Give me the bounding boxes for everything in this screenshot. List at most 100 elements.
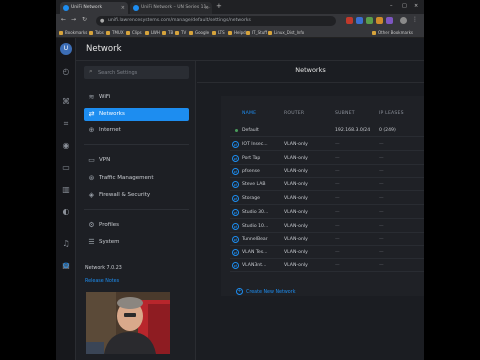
profile-avatar[interactable] [400, 17, 407, 24]
system-icon: ☰ [88, 238, 95, 246]
network-name: Studio 10... [242, 224, 269, 229]
network-name: Port Tap [242, 156, 261, 161]
extension-icon[interactable] [376, 17, 383, 24]
network-leases: — [379, 182, 384, 187]
close-tab-icon[interactable]: × [121, 2, 125, 14]
browser-tab[interactable]: UniFi Network – UN Series 11... × [130, 2, 212, 14]
header-divider [197, 82, 424, 83]
bookmark-item[interactable]: TB [162, 29, 173, 37]
sidebar-item-internet[interactable]: ⊕ Internet [84, 124, 189, 137]
network-router: VLAN-only [284, 237, 308, 242]
create-network-button[interactable]: + Create New Network [236, 288, 295, 295]
back-icon[interactable]: ← [61, 16, 66, 23]
topology-icon[interactable]: ⌘ [61, 97, 71, 107]
minimize-icon[interactable]: – [390, 3, 393, 9]
lock-icon: ● [100, 18, 105, 24]
other-bookmarks[interactable]: Other Bookmarks [372, 29, 413, 37]
release-notes-link[interactable]: Release Notes [85, 279, 119, 284]
sidebar-item-label: Networks [99, 111, 125, 117]
table-row[interactable]: ⇄ Studio 30... VLAN-only — — [230, 206, 424, 219]
sidebar-item-system[interactable]: ☰ System [84, 236, 189, 249]
bookmark-item[interactable]: Helpd [228, 29, 246, 37]
dashboard-icon[interactable]: ◴ [61, 67, 71, 77]
close-tab-icon[interactable]: × [205, 2, 209, 14]
column-header-router[interactable]: ROUTER [284, 111, 304, 116]
maximize-icon[interactable]: □ [402, 3, 407, 9]
bookmark-item[interactable]: LTS [212, 29, 225, 37]
bookmark-item[interactable]: LWH [145, 29, 160, 37]
address-bar[interactable]: ● unifi.lawrencesystems.com/manage/defau… [96, 16, 336, 26]
table-row[interactable]: ⇄ VLAN3nt... VLAN-only — — [230, 259, 424, 272]
extension-icon[interactable] [366, 17, 373, 24]
settings-icon[interactable]: ⚙ [61, 261, 71, 271]
network-subnet: 192.168.3.0/24 [335, 128, 371, 133]
bookmark-item[interactable]: Linux_Dist_Info [268, 29, 304, 37]
traffic-icon[interactable]: ◐ [61, 207, 71, 217]
webcam-image [86, 292, 170, 354]
network-router: VLAN-only [284, 142, 308, 147]
insights-icon[interactable]: ▥ [61, 185, 71, 195]
table-row[interactable]: ⇄ TunnelBear VLAN-only — — [230, 233, 424, 246]
table-row[interactable]: ⇄ VLAN Tes... VLAN-only — — [230, 246, 424, 259]
sidebar-item-label: WiFi [99, 94, 111, 100]
table-row[interactable]: ⇄ Port Tap VLAN-only — — [230, 152, 424, 165]
bookmark-item[interactable]: Google [189, 29, 209, 37]
reload-icon[interactable]: ↻ [82, 16, 87, 23]
sidebar-item-wifi[interactable]: ≋ WiFi [84, 91, 189, 104]
bookmark-item[interactable]: Tabs [89, 29, 104, 37]
network-leases: — [379, 263, 384, 268]
column-header-name[interactable]: NAME [242, 111, 256, 116]
table-row[interactable]: ⇄ Steve LAB VLAN-only — — [230, 178, 424, 191]
devices-icon[interactable]: ⌗ [61, 119, 71, 129]
sidebar-item-profiles[interactable]: ⚙ Profiles [84, 219, 189, 232]
url-text: unifi.lawrencesystems.com/manage/default… [108, 18, 251, 23]
sidebar-item-vpn[interactable]: ▭ VPN [84, 154, 189, 167]
table-row[interactable]: ⇄ pfsense VLAN-only — — [230, 165, 424, 178]
network-subnet: — [335, 263, 340, 268]
table-row[interactable]: Default 192.168.3.0/24 0 (249) [230, 124, 424, 137]
browser-toolbar: ← → ↻ ● unifi.lawrencesystems.com/manage… [56, 14, 424, 28]
network-subnet: — [335, 169, 340, 174]
table-row[interactable]: ⇄ IOT Insec... VLAN-only — — [230, 138, 424, 151]
vlan-icon: ⇄ [232, 141, 239, 148]
search-input[interactable] [98, 66, 186, 79]
sidebar-item-label: System [99, 239, 120, 245]
divider [84, 144, 189, 145]
bookmark-item[interactable]: TV [175, 29, 186, 37]
new-tab-button[interactable]: + [216, 2, 222, 10]
clients-icon[interactable]: ◉ [61, 141, 71, 151]
extension-icon[interactable] [356, 17, 363, 24]
bookmark-item[interactable]: Bookmarks [59, 29, 87, 37]
browser-menu-icon[interactable]: ⋮ [412, 16, 418, 23]
plus-icon: + [236, 288, 243, 295]
extension-icon[interactable] [346, 17, 353, 24]
bookmark-item[interactable]: TMUX [106, 29, 124, 37]
network-name: TunnelBear [242, 237, 268, 242]
table-row[interactable]: ⇄ Studio 10... VLAN-only — — [230, 220, 424, 233]
close-window-icon[interactable]: × [414, 3, 418, 9]
settings-search[interactable]: ⌕ [84, 66, 189, 79]
extension-icon[interactable] [386, 17, 393, 24]
forward-icon[interactable]: → [71, 16, 76, 23]
table-row[interactable]: ⇄ Storage VLAN-only — — [230, 192, 424, 205]
browser-tab-active[interactable]: UniFi Network × [60, 2, 128, 14]
sidebar-item-networks[interactable]: ⇄ Networks [84, 108, 189, 121]
sidebar-item-traffic-management[interactable]: ⊛ Traffic Management [84, 172, 189, 185]
sidebar-item-firewall-security[interactable]: ◈ Firewall & Security [84, 189, 189, 202]
sidebar-item-label: Traffic Management [99, 175, 154, 181]
bookmark-item[interactable]: IT_Stuff [246, 29, 267, 37]
bookmark-item[interactable]: Clips [126, 29, 142, 37]
column-header-subnet[interactable]: SUBNET [335, 111, 355, 116]
unifi-logo[interactable]: U [60, 43, 72, 55]
network-name: pfsense [242, 169, 260, 174]
network-router: VLAN-only [284, 250, 308, 255]
network-leases: — [379, 156, 384, 161]
network-subnet: — [335, 196, 340, 201]
vlan-icon: ⇄ [232, 262, 239, 269]
statistics-icon[interactable]: ▭ [61, 163, 71, 173]
page-title: Networks [295, 66, 326, 74]
column-header-ip-leases[interactable]: IP LEASES [379, 111, 404, 116]
alerts-icon[interactable]: ♫ [61, 239, 71, 249]
sidebar-item-label: Internet [99, 127, 121, 133]
sidebar-item-label: Firewall & Security [99, 192, 151, 198]
